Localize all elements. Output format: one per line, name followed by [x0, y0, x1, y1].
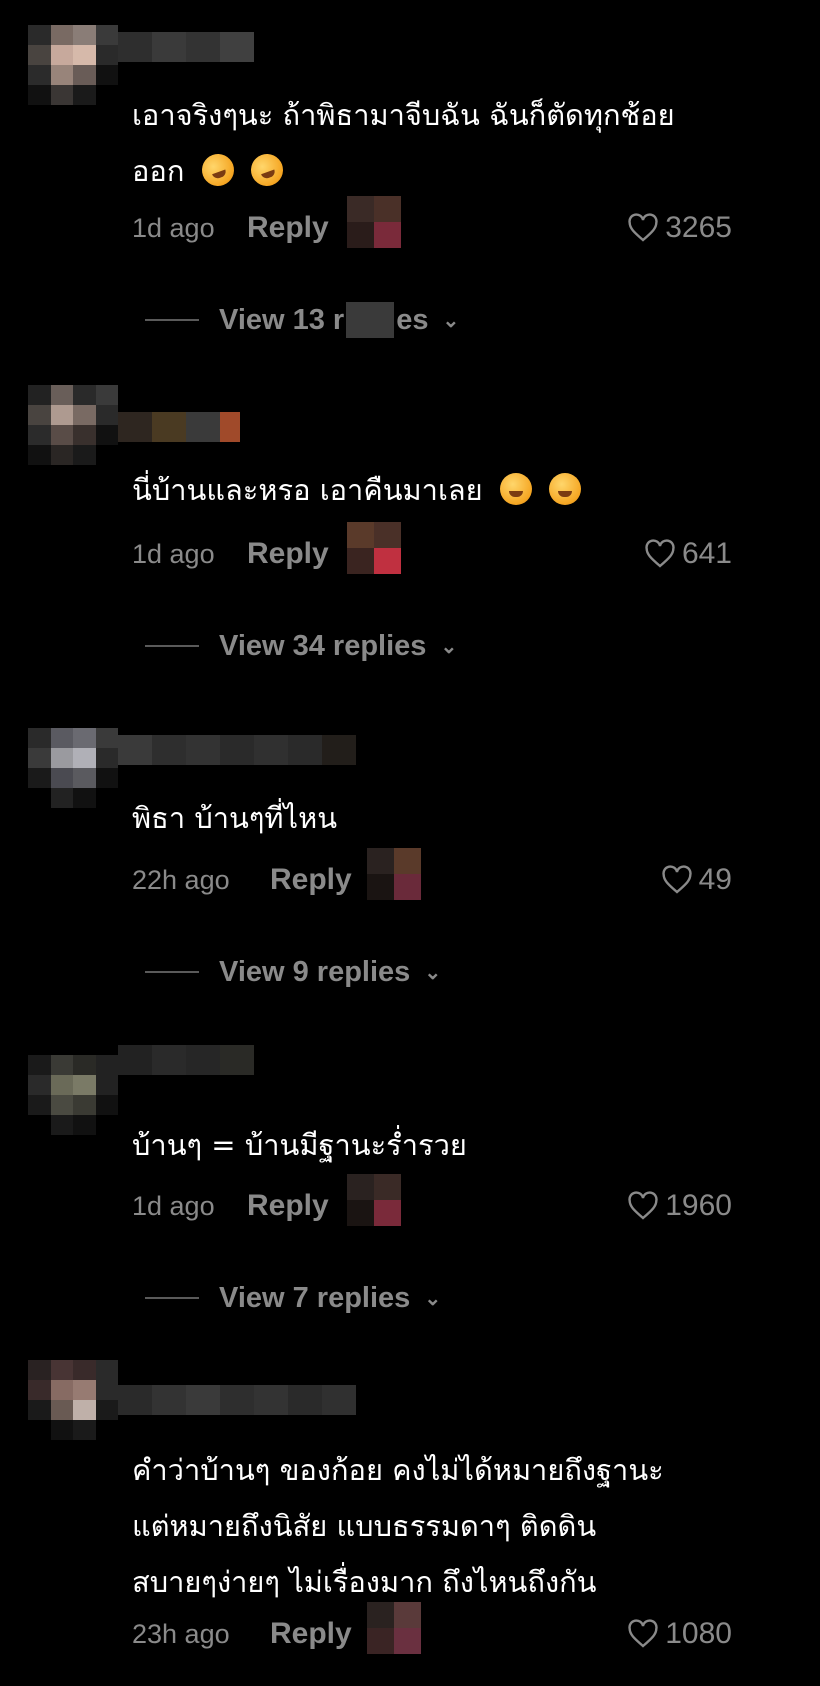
- view-replies-button[interactable]: View 34 replies ⌄: [145, 626, 457, 666]
- like-button[interactable]: 3265: [627, 208, 732, 248]
- like-count: 3265: [665, 211, 732, 244]
- rofl-emoji-icon: [246, 149, 288, 191]
- comment-text: คำว่าบ้านๆ ของก้อย คงไม่ได้หมายถึงฐานะ แ…: [132, 1453, 664, 1599]
- comment-time: 22h ago: [132, 865, 230, 895]
- username[interactable]: [118, 412, 240, 442]
- comment-text: พิธา บ้านๆที่ไหน: [132, 801, 338, 835]
- chevron-down-icon: ⌄: [424, 1287, 442, 1310]
- pleading-emoji-icon: [549, 473, 582, 505]
- comment-text: บ้านๆ = บ้านมีฐานะร่ำรวย: [132, 1128, 467, 1162]
- rofl-emoji-icon: [197, 149, 239, 191]
- view-replies-button[interactable]: View 7 replies ⌄: [145, 1278, 441, 1318]
- like-button[interactable]: 1080: [627, 1614, 732, 1654]
- like-count: 49: [698, 863, 732, 896]
- divider: [145, 971, 199, 973]
- like-count: 1080: [665, 1617, 732, 1650]
- reply-avatar-thumb: [367, 848, 421, 900]
- comment-text: นี่บ้านและหรอ เอาคืนมาเลย: [132, 462, 762, 518]
- reply-button[interactable]: Reply: [247, 1186, 329, 1226]
- heart-outline-icon: [628, 213, 658, 242]
- reply-avatar-thumb: [347, 196, 401, 248]
- blur-patch: [346, 302, 395, 338]
- like-count: 641: [681, 537, 732, 570]
- comment-time: 1d ago: [132, 1191, 215, 1221]
- reply-button[interactable]: Reply: [270, 860, 352, 900]
- avatar[interactable]: [28, 385, 118, 465]
- reply-button[interactable]: Reply: [247, 534, 329, 574]
- heart-outline-icon: [628, 1619, 658, 1648]
- avatar[interactable]: [28, 1360, 118, 1440]
- like-button[interactable]: 49: [661, 860, 732, 900]
- chevron-down-icon: ⌄: [424, 961, 442, 984]
- avatar[interactable]: [28, 25, 118, 105]
- reply-button[interactable]: Reply: [270, 1614, 352, 1654]
- heart-outline-icon: [662, 865, 692, 894]
- divider: [145, 1297, 199, 1299]
- like-button[interactable]: 1960: [627, 1186, 732, 1226]
- avatar[interactable]: [28, 1055, 118, 1135]
- username[interactable]: [118, 1385, 356, 1415]
- heart-outline-icon: [645, 539, 675, 568]
- view-replies-button[interactable]: View 9 replies ⌄: [145, 952, 441, 992]
- reply-avatar-thumb: [347, 1174, 401, 1226]
- comment-time: 1d ago: [132, 539, 215, 569]
- divider: [145, 319, 199, 321]
- chevron-down-icon: ⌄: [440, 635, 458, 658]
- heart-outline-icon: [628, 1191, 658, 1220]
- pleading-emoji-icon: [499, 473, 532, 505]
- avatar[interactable]: [28, 728, 118, 808]
- divider: [145, 645, 199, 647]
- username[interactable]: [118, 735, 356, 765]
- comment-time: 23h ago: [132, 1619, 230, 1649]
- reply-button[interactable]: Reply: [247, 208, 329, 248]
- view-replies-button[interactable]: View 13 r es ⌄: [145, 300, 459, 340]
- reply-avatar-thumb: [347, 522, 401, 574]
- username[interactable]: [118, 1045, 254, 1075]
- username[interactable]: [118, 32, 254, 62]
- like-count: 1960: [665, 1189, 732, 1222]
- chevron-down-icon: ⌄: [442, 309, 460, 332]
- comment-text: เอาจริงๆนะ ถ้าพิธามาจีบฉัน ฉันก็ตัดทุกช้…: [132, 87, 762, 199]
- like-button[interactable]: 641: [644, 534, 732, 574]
- reply-avatar-thumb: [367, 1602, 421, 1654]
- comment-time: 1d ago: [132, 213, 215, 243]
